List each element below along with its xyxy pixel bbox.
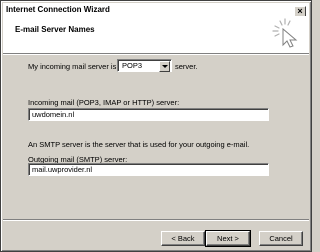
server-type-value: POP3 — [122, 61, 143, 70]
cancel-button[interactable]: Cancel — [259, 231, 303, 246]
footer-divider — [3, 219, 309, 221]
smtp-info-text: An SMTP server is the server that is use… — [28, 140, 250, 149]
incoming-server-input[interactable] — [28, 108, 269, 121]
header-divider — [3, 53, 309, 55]
incoming-server-label: Incoming mail (POP3, IMAP or HTTP) serve… — [28, 98, 180, 107]
wizard-window: Internet Connection Wizard × E-mail Serv… — [0, 0, 312, 252]
chevron-down-icon[interactable] — [159, 61, 170, 72]
wizard-cursor-icon — [272, 18, 298, 48]
server-type-select[interactable]: POP3 — [117, 59, 172, 72]
title-bar: Internet Connection Wizard × — [3, 3, 309, 17]
window-title: Internet Connection Wizard — [6, 5, 110, 14]
incoming-type-suffix: server. — [175, 62, 198, 71]
close-icon: × — [297, 6, 303, 16]
wizard-header: E-mail Server Names — [3, 16, 309, 53]
outgoing-server-input[interactable] — [28, 163, 269, 176]
page-title: E-mail Server Names — [15, 25, 95, 34]
back-button[interactable]: < Back — [161, 231, 205, 246]
next-button[interactable]: Next > — [205, 230, 251, 247]
incoming-type-prefix: My incoming mail server is a — [28, 62, 123, 71]
